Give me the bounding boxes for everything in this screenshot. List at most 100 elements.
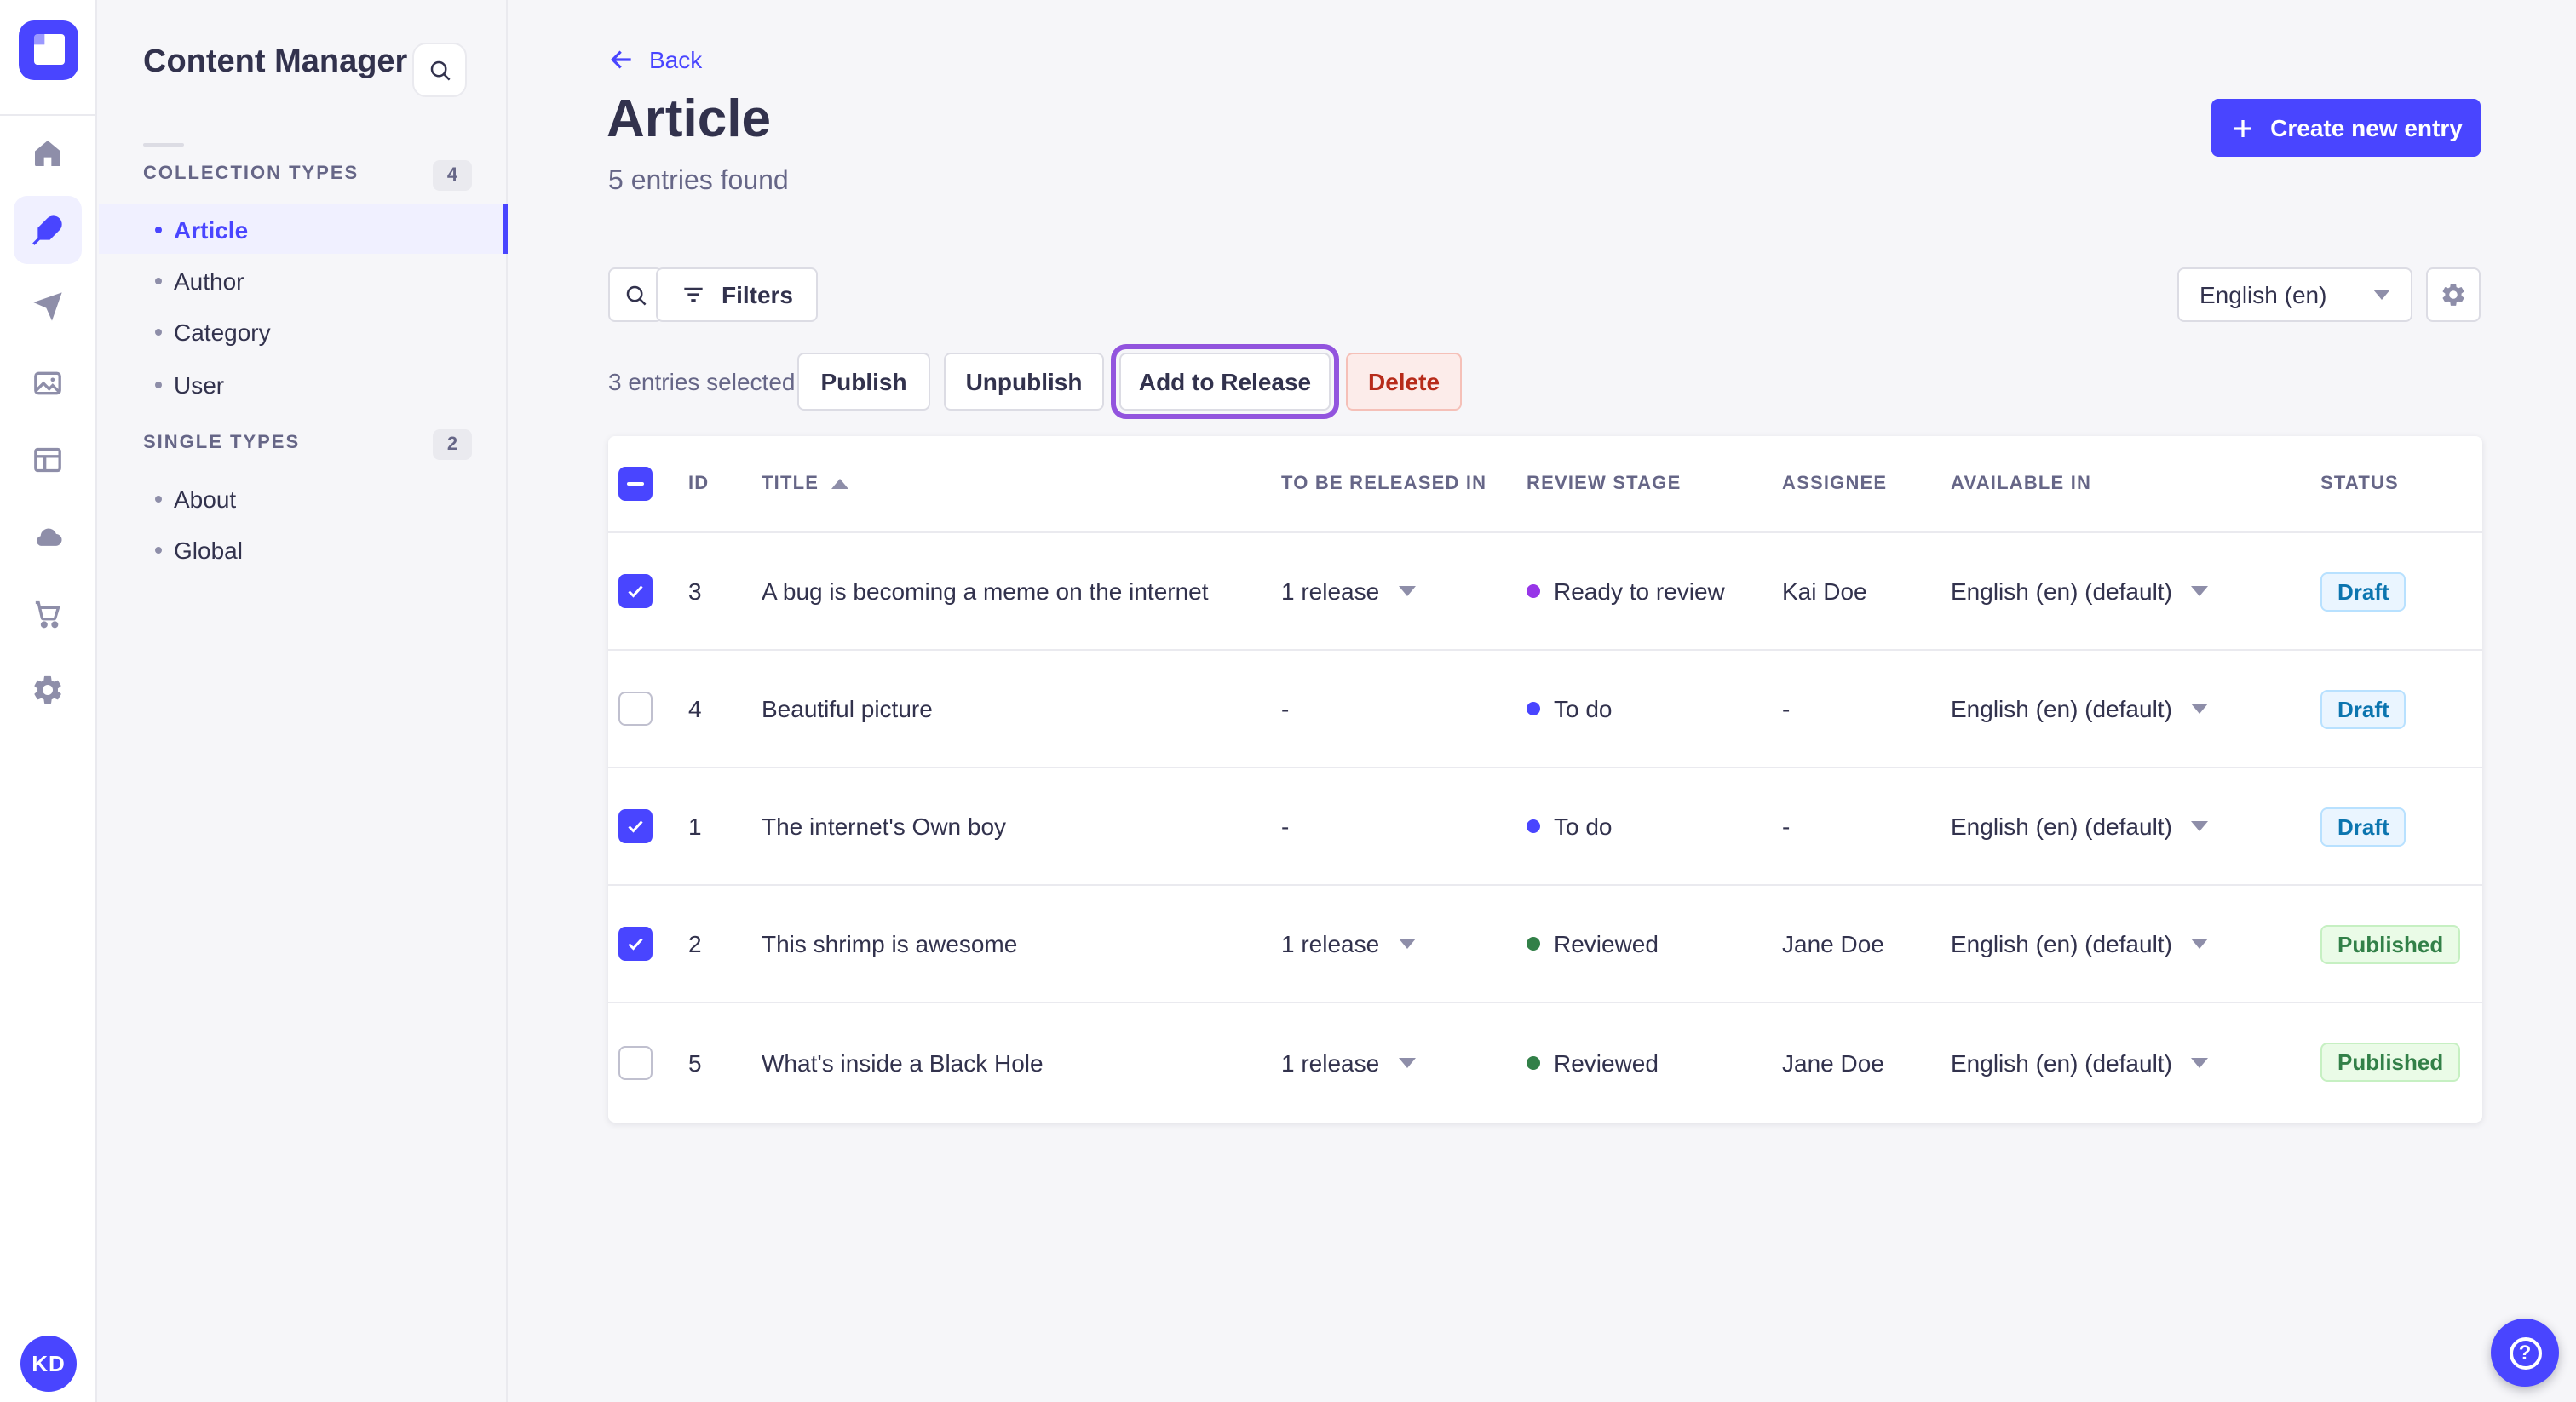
content-manager-feather-icon[interactable] <box>14 196 82 264</box>
strapi-logo[interactable] <box>19 20 78 80</box>
single-types-heading: SINGLE TYPES <box>143 433 301 453</box>
table-row[interactable]: 1 The internet's Own boy - To do - Engli… <box>608 768 2482 886</box>
locale-dropdown[interactable]: English (en) (default) <box>1951 813 2320 840</box>
row-checkbox[interactable] <box>618 809 653 843</box>
bullet-icon <box>155 496 162 503</box>
sidebar-item-user[interactable]: User <box>99 359 508 409</box>
subnav-title: Content Manager <box>143 44 408 80</box>
table-header-row: ID TITLE TO BE RELEASED IN REVIEW STAGE … <box>608 436 2482 533</box>
release-cell: - <box>1281 695 1290 722</box>
sort-ascending-icon <box>831 479 848 489</box>
sidebar-item-author[interactable]: Author <box>99 256 508 306</box>
release-dropdown[interactable]: 1 release <box>1281 930 1527 957</box>
chevron-down-icon <box>2190 821 2208 831</box>
search-icon <box>625 284 646 305</box>
column-header-to-be-released-in: TO BE RELEASED IN <box>1281 474 1487 494</box>
locale-dropdown[interactable]: English (en) (default) <box>1951 577 2320 605</box>
home-icon[interactable] <box>14 119 82 187</box>
app-root: KD Content Manager COLLECTION TYPES 4 Ar… <box>0 0 2576 1402</box>
content-type-builder-icon[interactable] <box>14 426 82 494</box>
bullet-icon <box>155 329 162 336</box>
sidebar-item-about[interactable]: About <box>99 474 508 524</box>
add-to-release-button[interactable]: Add to Release <box>1111 344 1339 419</box>
row-title: Beautiful picture <box>762 695 933 722</box>
table-row[interactable]: 4 Beautiful picture - To do - English (e… <box>608 651 2482 768</box>
bullet-icon <box>155 381 162 388</box>
stage-dot-icon <box>1527 937 1540 951</box>
cloud-deploy-icon[interactable] <box>14 503 82 571</box>
marketplace-cart-icon[interactable] <box>14 579 82 647</box>
review-stage-cell: To do <box>1527 813 1782 840</box>
back-arrow-icon <box>611 50 631 69</box>
column-header-status: STATUS <box>2320 474 2399 494</box>
table-row[interactable]: 2 This shrimp is awesome 1 release Revie… <box>608 886 2482 1003</box>
settings-gear-icon[interactable] <box>14 656 82 724</box>
review-stage-cell: Reviewed <box>1527 1049 1782 1076</box>
bullet-icon <box>155 547 162 554</box>
stage-dot-icon <box>1527 584 1540 598</box>
sidebar-item-global[interactable]: Global <box>99 526 508 575</box>
column-header-review-stage: REVIEW STAGE <box>1527 474 1682 494</box>
table-row[interactable]: 5 What's inside a Black Hole 1 release R… <box>608 1003 2482 1121</box>
select-all-checkbox[interactable] <box>618 467 653 501</box>
back-link[interactable]: Back <box>608 46 702 73</box>
sidebar-item-label: Category <box>174 319 271 346</box>
sidebar-item-label: About <box>174 486 237 513</box>
main-nav-rail: KD <box>0 0 97 1402</box>
locale-select[interactable]: English (en) <box>2177 267 2412 322</box>
stage-dot-icon <box>1527 819 1540 833</box>
question-mark-icon: ? <box>2509 1336 2541 1369</box>
review-stage-cell: To do <box>1527 695 1782 722</box>
sidebar-item-label: Author <box>174 267 244 295</box>
search-button[interactable] <box>608 267 663 322</box>
bullet-icon <box>155 278 162 284</box>
bullet-icon <box>155 226 162 233</box>
releases-send-icon[interactable] <box>14 273 82 341</box>
locale-dropdown[interactable]: English (en) (default) <box>1951 695 2320 722</box>
collection-types-count-badge: 4 <box>433 160 472 191</box>
selected-entries-count: 3 entries selected <box>608 368 796 395</box>
row-id: 5 <box>688 1049 702 1076</box>
subnav-divider <box>143 143 184 147</box>
release-dropdown[interactable]: 1 release <box>1281 1049 1527 1076</box>
media-library-icon[interactable] <box>14 349 82 417</box>
row-id: 3 <box>688 577 702 605</box>
filters-button[interactable]: Filters <box>656 267 818 322</box>
release-dropdown[interactable]: 1 release <box>1281 577 1527 605</box>
review-stage-cell: Ready to review <box>1527 577 1782 605</box>
unpublish-button[interactable]: Unpublish <box>944 353 1104 411</box>
column-header-title[interactable]: TITLE <box>762 474 1281 494</box>
delete-button[interactable]: Delete <box>1346 353 1462 411</box>
row-checkbox[interactable] <box>618 927 653 961</box>
filter-icon <box>685 287 704 302</box>
content-manager-subnav: Content Manager COLLECTION TYPES 4 Artic… <box>99 0 508 1402</box>
locale-dropdown[interactable]: English (en) (default) <box>1951 930 2320 957</box>
user-avatar[interactable]: KD <box>20 1336 77 1392</box>
sidebar-item-label: Article <box>174 215 249 243</box>
row-checkbox[interactable] <box>618 692 653 726</box>
entries-table: ID TITLE TO BE RELEASED IN REVIEW STAGE … <box>608 436 2482 1123</box>
view-settings-button[interactable] <box>2426 267 2481 322</box>
row-checkbox[interactable] <box>618 574 653 608</box>
subnav-search-button[interactable] <box>412 43 467 97</box>
row-id: 4 <box>688 695 702 722</box>
check-icon <box>628 585 643 598</box>
single-types-count-badge: 2 <box>433 429 472 460</box>
review-stage-cell: Reviewed <box>1527 930 1782 957</box>
sidebar-item-article[interactable]: Article <box>99 204 508 254</box>
table-row[interactable]: 3 A bug is becoming a meme on the intern… <box>608 533 2482 651</box>
row-id: 1 <box>688 813 702 840</box>
locale-dropdown[interactable]: English (en) (default) <box>1951 1049 2320 1076</box>
plus-icon <box>2234 119 2251 136</box>
row-checkbox[interactable] <box>618 1045 653 1079</box>
page-title: Article <box>607 89 771 148</box>
help-button[interactable]: ? <box>2491 1319 2559 1387</box>
sidebar-item-category[interactable]: Category <box>99 307 508 357</box>
create-new-entry-button[interactable]: Create new entry <box>2211 99 2481 157</box>
chevron-down-icon <box>1398 586 1416 596</box>
publish-button[interactable]: Publish <box>797 353 930 411</box>
chevron-down-icon <box>1398 939 1416 949</box>
release-cell: - <box>1281 813 1290 840</box>
gear-icon <box>2442 284 2464 306</box>
row-assignee: Jane Doe <box>1782 930 1884 957</box>
